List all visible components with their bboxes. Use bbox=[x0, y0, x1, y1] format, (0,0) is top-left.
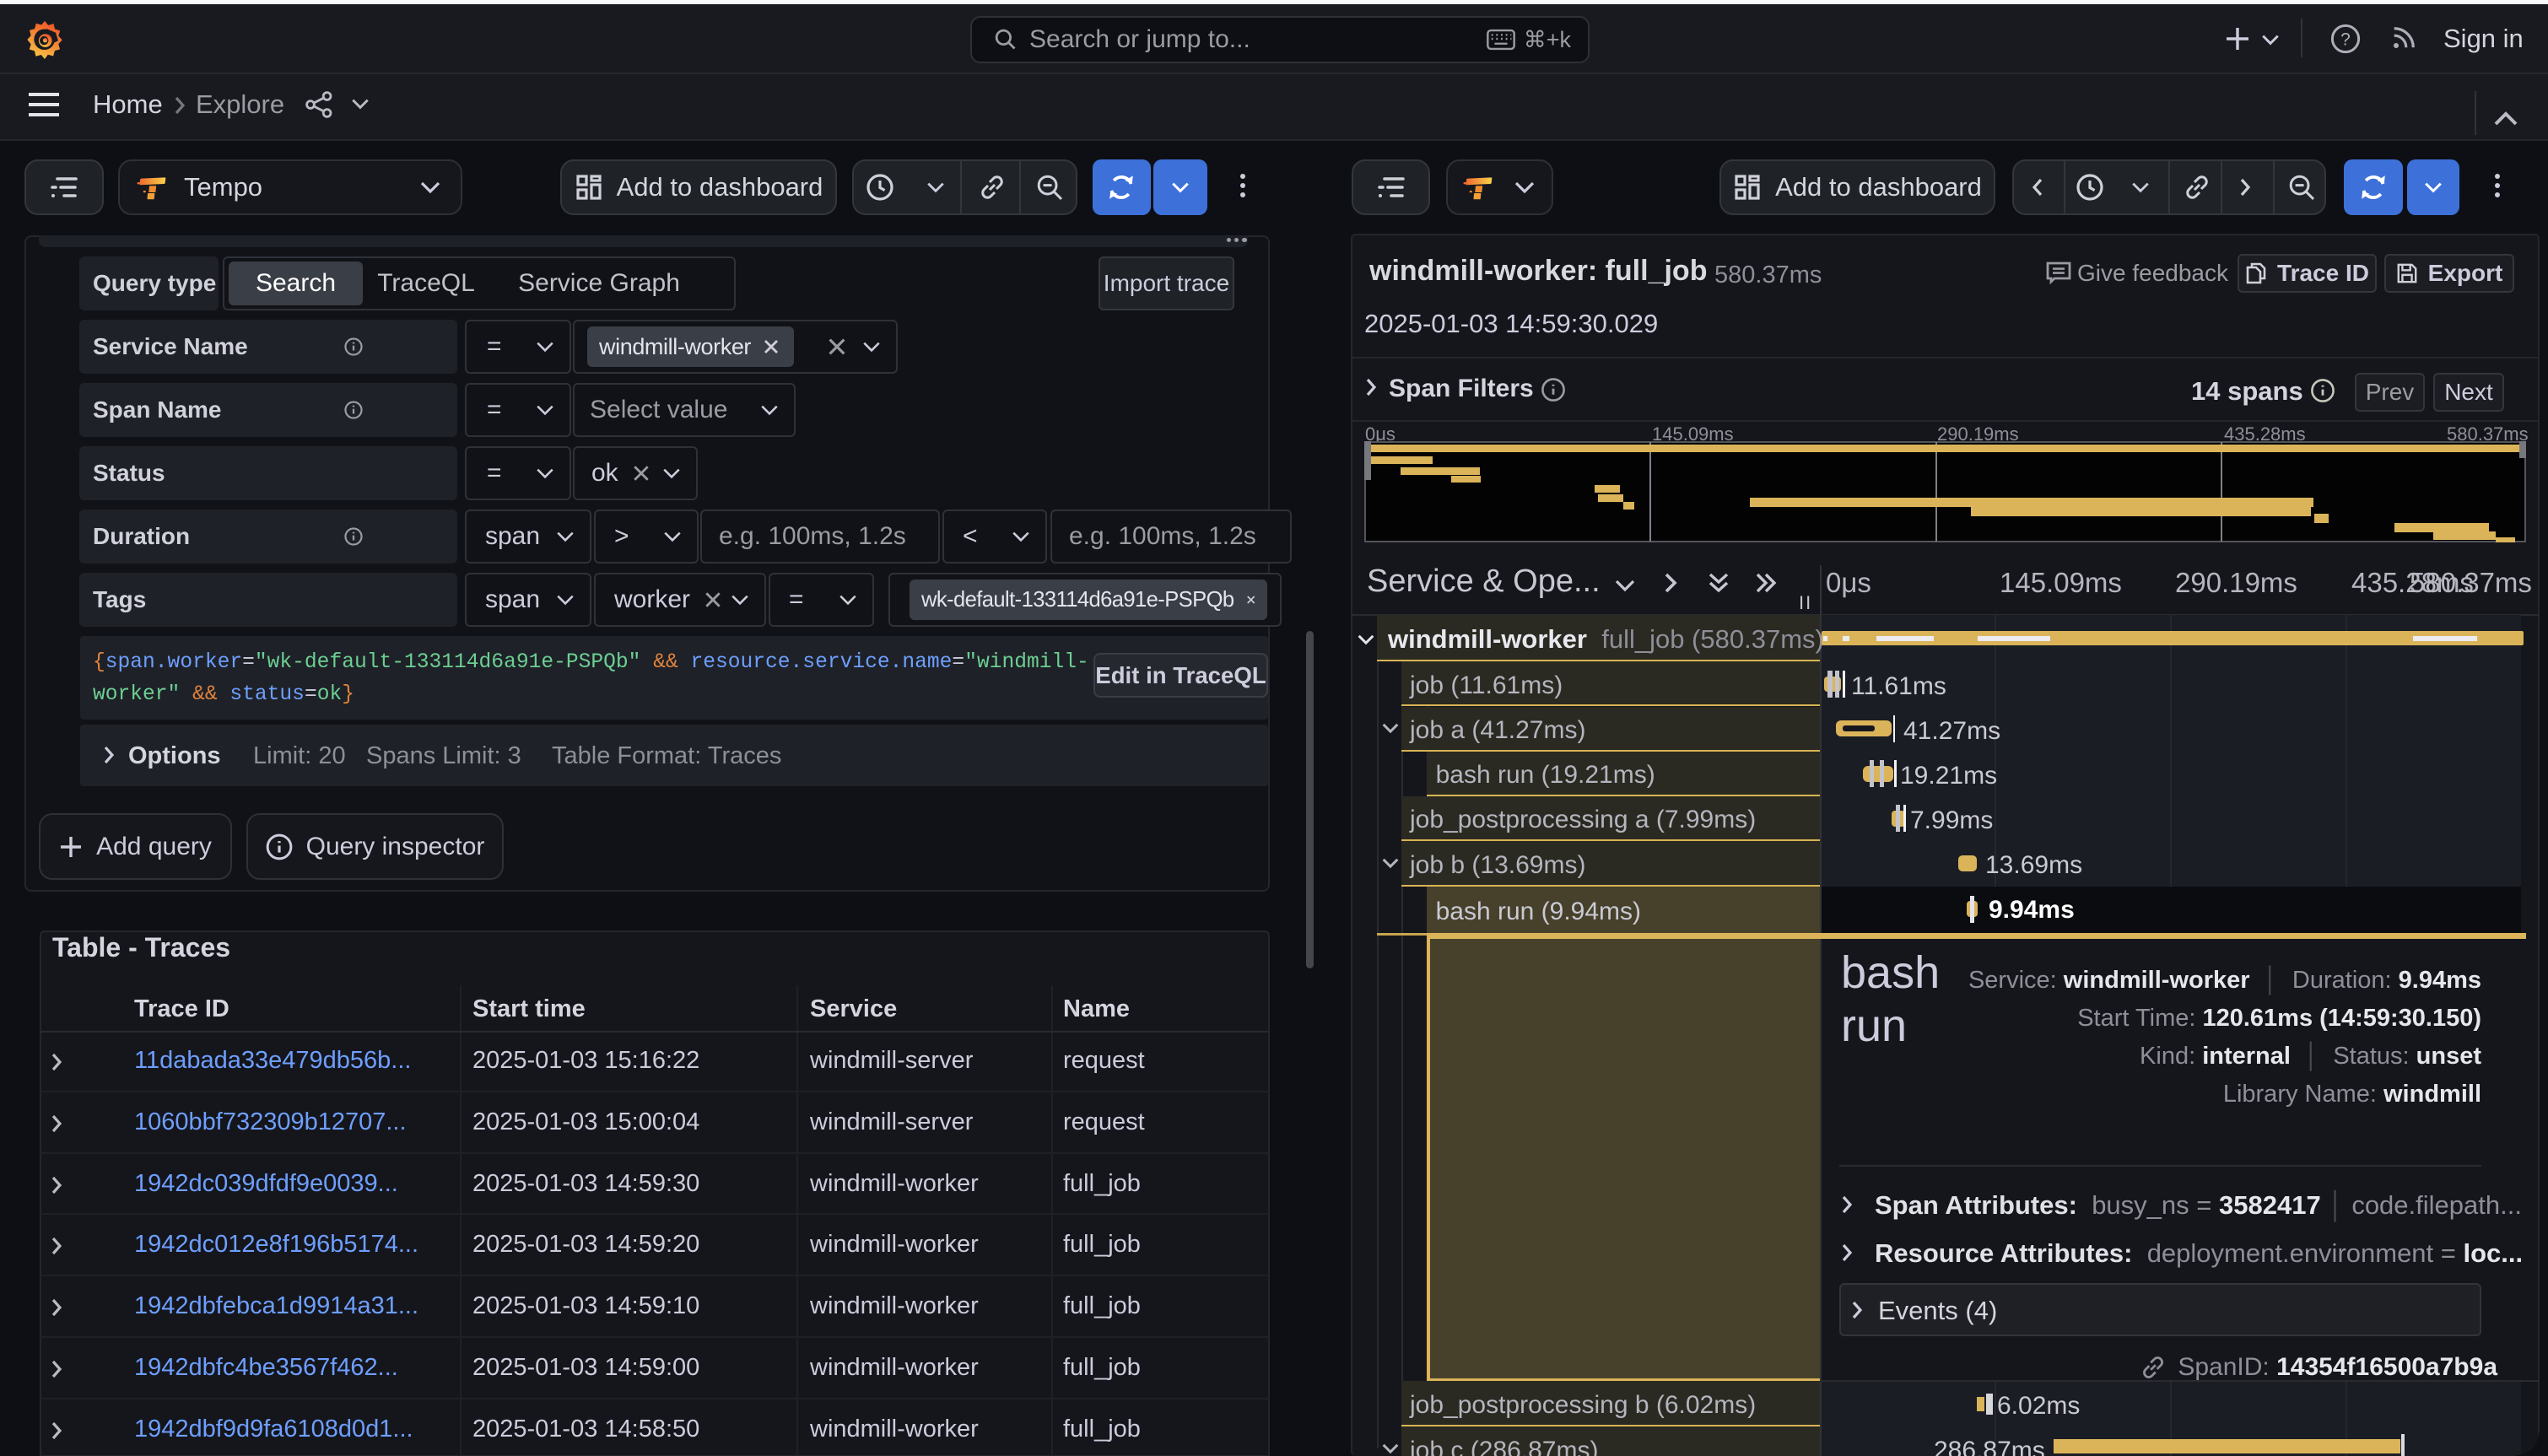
svg-text:?: ? bbox=[2340, 30, 2351, 50]
